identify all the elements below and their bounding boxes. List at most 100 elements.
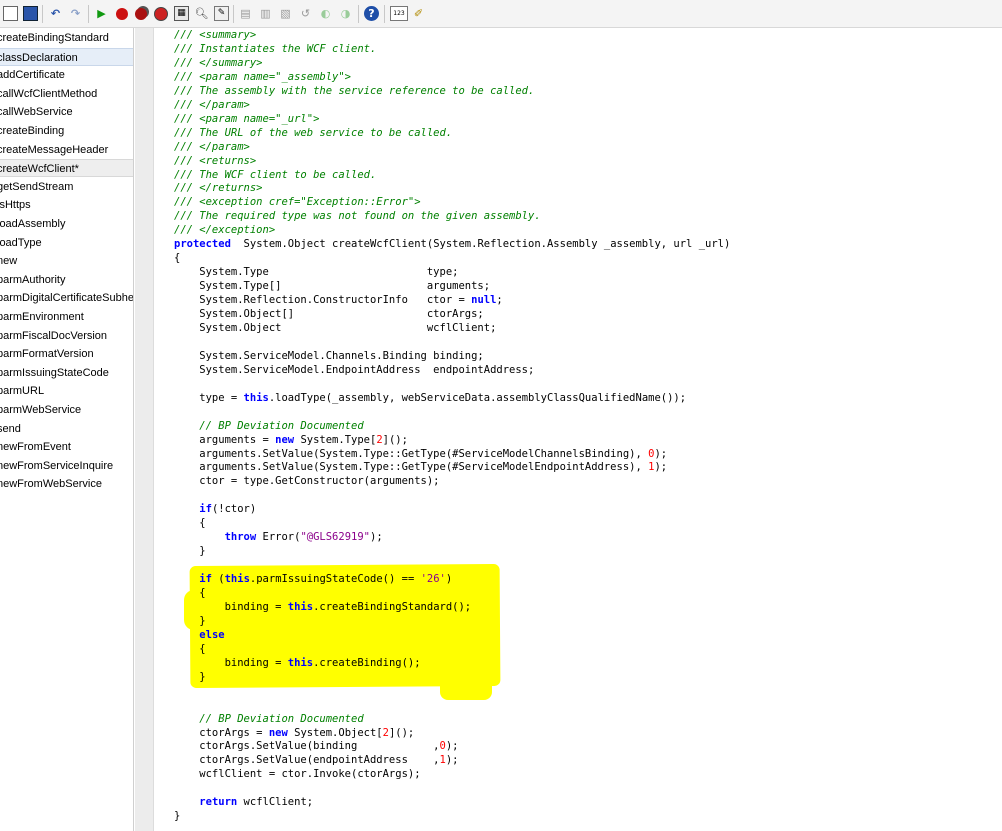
code-token: ); (654, 447, 668, 460)
code-line: // BP Deviation Documented (174, 712, 363, 726)
code-line: /// </exception> (174, 223, 275, 237)
code-token: { (174, 587, 206, 599)
refresh-icon[interactable]: ◑ (338, 6, 353, 21)
run-icon[interactable]: ▶ (94, 6, 109, 21)
method-item[interactable]: parmIssuingStateCode (0, 364, 133, 382)
method-item[interactable]: loadType (0, 234, 133, 252)
method-item[interactable]: new (0, 252, 133, 270)
code-line: else (174, 628, 224, 642)
code-line: /// </param> (174, 98, 250, 112)
code-line: return wcflClient; (174, 795, 313, 809)
toggle-breakpoint-icon[interactable] (153, 6, 168, 21)
help-icon[interactable]: ? (364, 6, 379, 21)
code-token: Error( (256, 531, 301, 544)
redo-icon[interactable]: ↷ (68, 6, 83, 21)
code-token: ); (370, 531, 383, 544)
code-token: arguments = (174, 433, 276, 446)
code-token: binding = (174, 600, 288, 613)
method-item[interactable]: parmDigitalCertificateSubhect (0, 289, 133, 307)
code-line: /// <param name="_assembly"> (174, 70, 351, 84)
code-line: /// The required type was not found on t… (174, 209, 541, 223)
tools-icon[interactable]: ✐ (411, 6, 426, 21)
editor-gutter (135, 28, 154, 831)
code-token: arguments.SetValue(System.Type::GetType(… (174, 461, 649, 474)
code-token: { (174, 517, 206, 530)
method-item[interactable]: parmFiscalDocVersion (0, 327, 133, 345)
code-token: protected (174, 238, 231, 251)
code-line: protected System.Object createWcfClient(… (174, 237, 730, 251)
code-line: { (174, 586, 206, 600)
code-line: arguments.SetValue(System.Type::GetType(… (174, 447, 667, 461)
method-item[interactable]: callWcfClientMethod (0, 85, 133, 103)
code-token: this (287, 600, 314, 613)
code-token: (!ctor) (211, 503, 257, 516)
method-item[interactable]: isHttps (0, 196, 133, 214)
code-line: /// The URL of the web service to be cal… (174, 126, 452, 140)
code-token: ](); (388, 726, 415, 739)
code-token: wcflClient; (237, 796, 314, 809)
code-token: .createBindingStandard(); (313, 600, 472, 613)
code-token: this (243, 391, 269, 404)
method-item[interactable]: callWebService (0, 103, 133, 121)
code-token: .loadType(_assembly, webServiceData.asse… (268, 391, 687, 404)
new-file-icon[interactable] (3, 6, 18, 21)
code-line: arguments = new System.Type[2](); (174, 433, 408, 447)
method-item[interactable]: loadAssembly (0, 215, 133, 233)
method-item[interactable]: newFromServiceInquire (0, 457, 133, 475)
method-item[interactable]: parmURL (0, 382, 133, 400)
code-line: System.ServiceModel.Channels.Binding bin… (174, 349, 484, 363)
code-token: /// </param> (174, 98, 250, 111)
code-token: new (268, 726, 288, 739)
method-item[interactable]: addCertificate (0, 66, 133, 84)
code-token: System.Object[] ctorArgs; (174, 308, 484, 320)
code-token: System.Reflection.ConstructorInfo ctor = (174, 294, 472, 307)
lookup-icon[interactable]: ✎ (214, 6, 229, 21)
code-token: ctorArgs.SetValue(endpointAddress , (174, 754, 440, 767)
code-token: if (199, 503, 212, 516)
code-token: new (275, 433, 295, 446)
code-token: this (287, 656, 314, 669)
method-item[interactable]: send (0, 420, 133, 438)
code-token: ); (445, 740, 459, 753)
code-token: System.Object wcflClient; (174, 321, 497, 334)
save-icon[interactable] (23, 6, 38, 21)
code-line: System.Type type; (174, 265, 458, 279)
method-item[interactable]: parmWebService (0, 401, 133, 419)
code-line: type = this.loadType(_assembly, webServi… (174, 391, 686, 405)
code-line: } (174, 670, 205, 684)
method-item[interactable]: createWcfClient* (0, 159, 133, 178)
code-line: /// </summary> (174, 56, 263, 70)
method-item[interactable]: newFromEvent (0, 438, 133, 456)
uncomment-icon[interactable]: ▥ (258, 6, 273, 21)
method-item[interactable]: createMessageHeader (0, 141, 133, 159)
line-numbers-icon[interactable]: 123 (390, 6, 408, 21)
code-line: ctorArgs.SetValue(endpointAddress ,1); (174, 753, 458, 767)
highlight-marker (440, 672, 492, 700)
code-line: System.Reflection.ConstructorInfo ctor =… (174, 293, 502, 307)
compile-icon[interactable]: ▦ (174, 6, 189, 21)
method-item[interactable]: getSendStream (0, 178, 133, 196)
indent-icon[interactable]: ▧ (278, 6, 293, 21)
code-line: { (174, 516, 206, 530)
method-item[interactable]: parmFormatVersion (0, 345, 133, 363)
method-item[interactable]: parmEnvironment (0, 308, 133, 326)
method-item[interactable]: parmAuthority (0, 271, 133, 289)
method-item[interactable]: newFromWebService (0, 475, 133, 493)
comment-icon[interactable]: ▤ (238, 6, 253, 21)
code-token: return (199, 796, 238, 809)
code-token: null (471, 294, 497, 307)
forward-icon[interactable]: ◐ (318, 6, 333, 21)
code-token: // BP Deviation Documented (174, 419, 364, 432)
back-icon[interactable]: ↺ (298, 6, 313, 21)
find-icon[interactable]: 🔍︎ (194, 6, 209, 21)
code-token: /// <param name="_url"> (174, 112, 320, 125)
undo-icon[interactable]: ↶ (48, 6, 63, 21)
stop-debug-icon[interactable] (133, 6, 148, 21)
code-token: System.ServiceModel.Channels.Binding bin… (174, 349, 484, 362)
breakpoint-icon[interactable] (114, 6, 129, 21)
method-item[interactable]: createBindingStandard (0, 29, 133, 47)
method-item[interactable]: classDeclaration (0, 47, 133, 66)
method-item[interactable]: createBinding (0, 122, 133, 140)
